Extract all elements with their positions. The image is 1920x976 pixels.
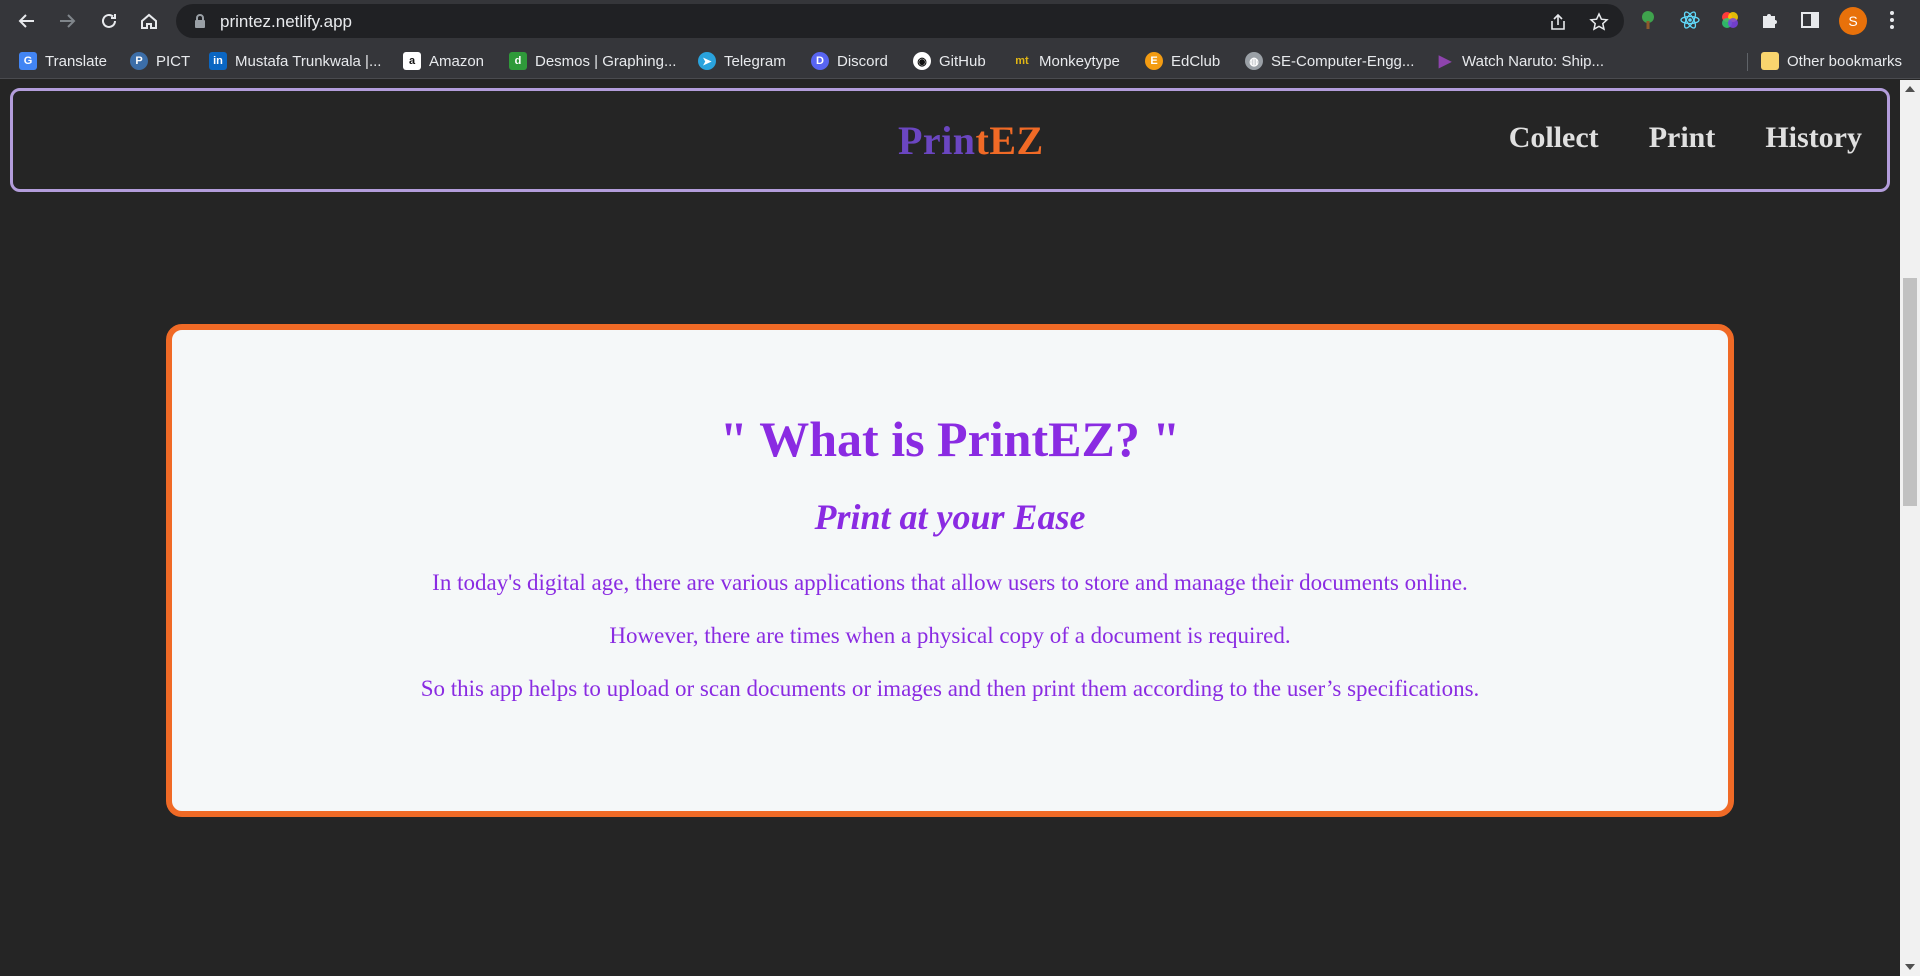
other-bookmarks[interactable]: Other bookmarks [1761, 50, 1902, 72]
bookmark-label: Desmos | Graphing... [535, 52, 677, 70]
bookmark-edclub[interactable]: E EdClub [1145, 50, 1220, 72]
globe-icon: ◍ [1245, 52, 1263, 70]
scrollbar-thumb[interactable] [1903, 278, 1917, 506]
home-icon [141, 13, 157, 29]
edclub-icon: E [1145, 52, 1163, 70]
nav-link-print[interactable]: Print [1649, 121, 1716, 155]
logo-part-tez: tEZ [975, 118, 1044, 163]
page-viewport: PrintEZ Collect Print History " What is … [0, 80, 1900, 976]
google-translate-icon: G [19, 52, 37, 70]
bookmark-telegram[interactable]: ➤ Telegram [698, 50, 786, 72]
pict-icon: P [130, 52, 148, 70]
profile-avatar[interactable]: S [1839, 7, 1867, 35]
linkedin-icon: in [209, 52, 227, 70]
about-card: " What is PrintEZ? " Print at your Ease … [166, 324, 1734, 817]
bookmark-label: Telegram [724, 52, 786, 70]
about-paragraph: However, there are times when a physical… [609, 623, 1291, 648]
react-devtools-icon[interactable] [1678, 8, 1702, 32]
bookmarks-bar: G Translate P PICT in Mustafa Trunkwala … [0, 43, 1920, 79]
arrow-left-icon [18, 14, 34, 28]
url-text: printez.netlify.app [220, 12, 352, 31]
play-icon: ▶ [1438, 53, 1452, 70]
bookmark-se-computer-engg[interactable]: ◍ SE-Computer-Engg... [1245, 50, 1414, 72]
scroll-up-arrow-icon[interactable] [1905, 86, 1915, 92]
about-title: " What is PrintEZ? " [719, 411, 1181, 467]
desmos-icon: d [509, 52, 527, 70]
more-vert-icon[interactable] [1880, 8, 1904, 32]
folder-icon [1761, 52, 1779, 70]
reload-icon [102, 13, 116, 28]
address-bar[interactable]: printez.netlify.app [176, 4, 1624, 38]
github-icon: ◉ [913, 52, 931, 70]
bookmark-label: Translate [45, 52, 107, 70]
color-picker-icon[interactable] [1718, 8, 1742, 32]
nav-link-history[interactable]: History [1765, 121, 1862, 155]
nav-links: Collect Print History [1509, 121, 1862, 155]
bookmark-pict[interactable]: P PICT [130, 50, 190, 72]
reload-button[interactable] [93, 5, 125, 37]
logo-part-prin: Prin [898, 118, 976, 163]
bookmark-label: Monkeytype [1039, 52, 1120, 70]
home-button[interactable] [133, 5, 165, 37]
site-logo[interactable]: PrintEZ [898, 117, 1044, 164]
scroll-down-arrow-icon[interactable] [1905, 964, 1915, 970]
about-subtitle: Print at your Ease [814, 497, 1086, 537]
bookmark-label: GitHub [939, 52, 986, 70]
lock-icon [195, 14, 205, 28]
monkeytype-icon: mt [1015, 55, 1029, 67]
bookmark-label: Watch Naruto: Ship... [1462, 52, 1605, 70]
browser-toolbar: printez.netlify.app S [0, 0, 1920, 43]
bookmark-translate[interactable]: G Translate [19, 50, 107, 72]
about-paragraph: So this app helps to upload or scan docu… [420, 676, 1480, 701]
share-icon[interactable] [1548, 12, 1568, 32]
discord-icon: D [811, 52, 829, 70]
arrow-right-icon [60, 14, 76, 28]
bookmark-linkedin[interactable]: in Mustafa Trunkwala |... [209, 50, 381, 72]
bookmarks-divider [1747, 53, 1748, 71]
side-panel-icon[interactable] [1798, 8, 1822, 32]
bookmark-label: Discord [837, 52, 888, 70]
telegram-icon: ➤ [698, 52, 716, 70]
bookmark-desmos[interactable]: d Desmos | Graphing... [509, 50, 676, 72]
about-paragraph: In today's digital age, there are variou… [432, 570, 1468, 595]
back-button[interactable] [11, 5, 43, 37]
site-navbar: PrintEZ Collect Print History [10, 88, 1890, 192]
bookmark-amazon[interactable]: a Amazon [403, 50, 484, 72]
bookmark-label: PICT [156, 52, 191, 70]
puzzle-icon[interactable] [1758, 8, 1782, 32]
page-scrollbar[interactable] [1900, 80, 1920, 976]
star-icon[interactable] [1589, 12, 1609, 32]
forward-button[interactable] [51, 5, 83, 37]
amazon-icon: a [403, 52, 421, 70]
nav-link-collect[interactable]: Collect [1509, 121, 1599, 155]
bookmark-label: SE-Computer-Engg... [1271, 52, 1415, 70]
bookmark-label: Mustafa Trunkwala |... [235, 52, 382, 70]
bookmark-github[interactable]: ◉ GitHub [913, 50, 986, 72]
bookmark-naruto[interactable]: ▶ Watch Naruto: Ship... [1436, 50, 1604, 72]
bookmark-label: Other bookmarks [1787, 52, 1903, 70]
bookmark-discord[interactable]: D Discord [811, 50, 888, 72]
tree-extension-icon[interactable] [1636, 8, 1660, 32]
bookmark-label: EdClub [1171, 52, 1221, 70]
bookmark-label: Amazon [429, 52, 485, 70]
bookmark-monkeytype[interactable]: mt Monkeytype [1013, 50, 1120, 72]
